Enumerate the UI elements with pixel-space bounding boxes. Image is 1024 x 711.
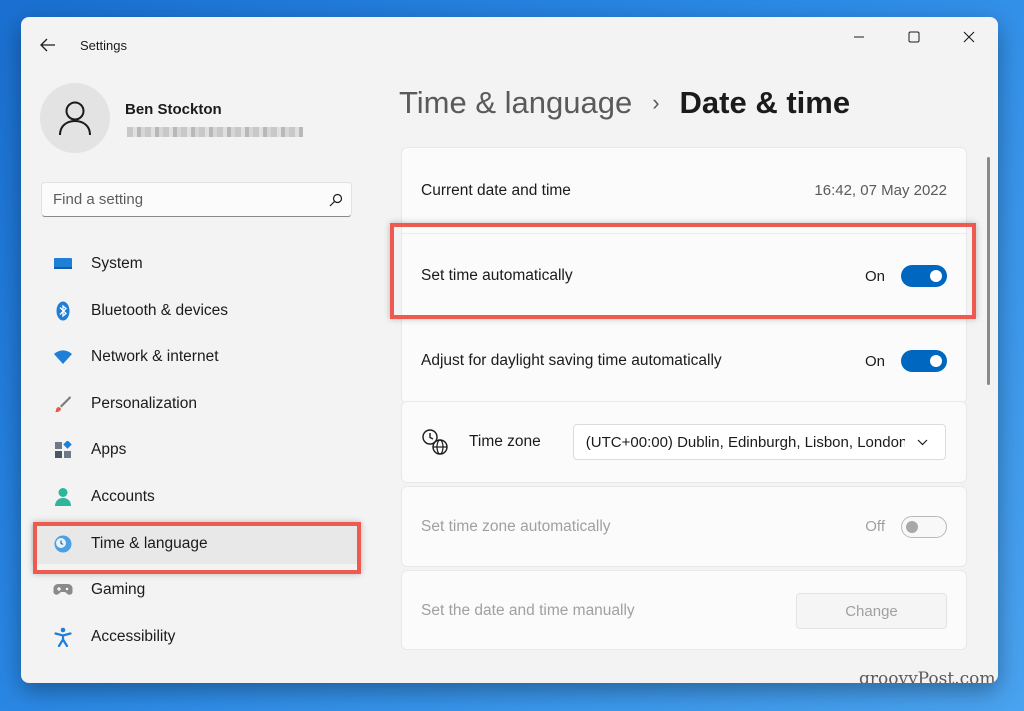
breadcrumb-separator: › [652, 90, 660, 115]
gamepad-icon [53, 580, 73, 600]
settings-window: Settings Ben Stockton System [21, 17, 998, 683]
current-datetime-value: 16:42, 07 May 2022 [814, 182, 947, 199]
sidebar-item-label: Accounts [91, 487, 155, 505]
timezone-row: Time zone (UTC+00:00) Dublin, Edinburgh,… [402, 402, 966, 482]
manual-datetime-label: Set the date and time manually [421, 602, 635, 619]
daylight-toggle[interactable] [901, 350, 947, 372]
accessibility-icon [53, 627, 73, 647]
bluetooth-icon [53, 301, 73, 321]
timezone-value: (UTC+00:00) Dublin, Edinburgh, Lisbon, L… [585, 433, 905, 451]
current-datetime-label: Current date and time [421, 181, 571, 199]
app-title: Settings [80, 38, 127, 53]
set-tz-auto-label: Set time zone automatically [421, 517, 611, 535]
sidebar-item-personalization[interactable]: Personalization [31, 384, 361, 424]
sidebar-item-label: System [91, 255, 143, 272]
chevron-down-icon [913, 439, 933, 446]
set-tz-auto-row: Set time zone automatically Off [402, 487, 966, 566]
minimize-icon [854, 36, 864, 38]
breadcrumb: Time & language › Date & time [399, 85, 850, 121]
sidebar-item-label: Apps [91, 441, 127, 459]
clock-globe-icon [421, 428, 451, 456]
sidebar-item-label: Accessibility [91, 627, 176, 645]
set-tz-auto-state: Off [865, 518, 885, 535]
maximize-button[interactable] [892, 25, 936, 49]
account-icon [53, 487, 73, 507]
apps-icon [53, 440, 73, 460]
title-bar: Settings [21, 17, 998, 59]
avatar[interactable] [40, 83, 110, 153]
scrollbar[interactable] [987, 157, 990, 385]
brush-icon [53, 394, 73, 414]
change-button[interactable]: Change [796, 593, 947, 629]
highlight-box-nav [33, 522, 361, 574]
page-title: Date & time [679, 85, 851, 120]
sidebar-item-label: Personalization [91, 394, 197, 412]
timezone-dropdown[interactable]: (UTC+00:00) Dublin, Edinburgh, Lisbon, L… [572, 424, 946, 460]
user-icon [59, 101, 91, 136]
system-icon [53, 254, 73, 274]
close-icon [963, 31, 975, 43]
sidebar-item-label: Network & internet [91, 348, 219, 366]
sidebar-item-accessibility[interactable]: Accessibility [31, 617, 361, 657]
manual-datetime-row: Set the date and time manually Change [402, 571, 966, 651]
current-datetime-row: Current date and time 16:42, 07 May 2022 [402, 148, 966, 233]
sidebar-item-apps[interactable]: Apps [31, 430, 361, 470]
manual-datetime-card: Set the date and time manually Change [401, 570, 967, 650]
daylight-state: On [864, 352, 885, 370]
user-name: Ben Stockton [125, 101, 222, 118]
close-button[interactable] [947, 25, 991, 49]
sidebar-item-system[interactable]: System [31, 244, 361, 284]
search-input[interactable] [42, 183, 321, 216]
highlight-box-setting [390, 223, 976, 319]
timezone-card: Time zone (UTC+00:00) Dublin, Edinburgh,… [401, 401, 967, 483]
sidebar-item-accounts[interactable]: Accounts [31, 477, 361, 517]
back-button[interactable] [35, 35, 61, 55]
sidebar-item-bluetooth[interactable]: Bluetooth & devices [31, 291, 361, 331]
watermark: groovyPost.com [859, 669, 996, 683]
timezone-label: Time zone [469, 433, 541, 450]
back-arrow-icon [40, 38, 55, 52]
minimize-button[interactable] [837, 25, 881, 49]
breadcrumb-parent[interactable]: Time & language [399, 85, 632, 121]
search-icon[interactable] [321, 193, 351, 207]
sidebar-item-label: Gaming [91, 581, 146, 599]
daylight-label: Adjust for daylight saving time automati… [421, 352, 722, 369]
set-tz-auto-toggle[interactable] [901, 515, 947, 538]
sidebar-item-network[interactable]: Network & internet [31, 337, 361, 377]
user-email-redacted [127, 127, 303, 137]
search-box[interactable] [41, 182, 352, 217]
timezone-auto-card: Set time zone automatically Off [401, 486, 967, 567]
sidebar-item-gaming[interactable]: Gaming [31, 570, 361, 610]
wifi-icon [53, 347, 73, 367]
daylight-row: Adjust for daylight saving time automati… [402, 318, 966, 403]
sidebar-nav: System Bluetooth & devices Network & int… [31, 244, 361, 663]
sidebar-item-label: Bluetooth & devices [91, 301, 229, 319]
maximize-icon [908, 31, 920, 43]
